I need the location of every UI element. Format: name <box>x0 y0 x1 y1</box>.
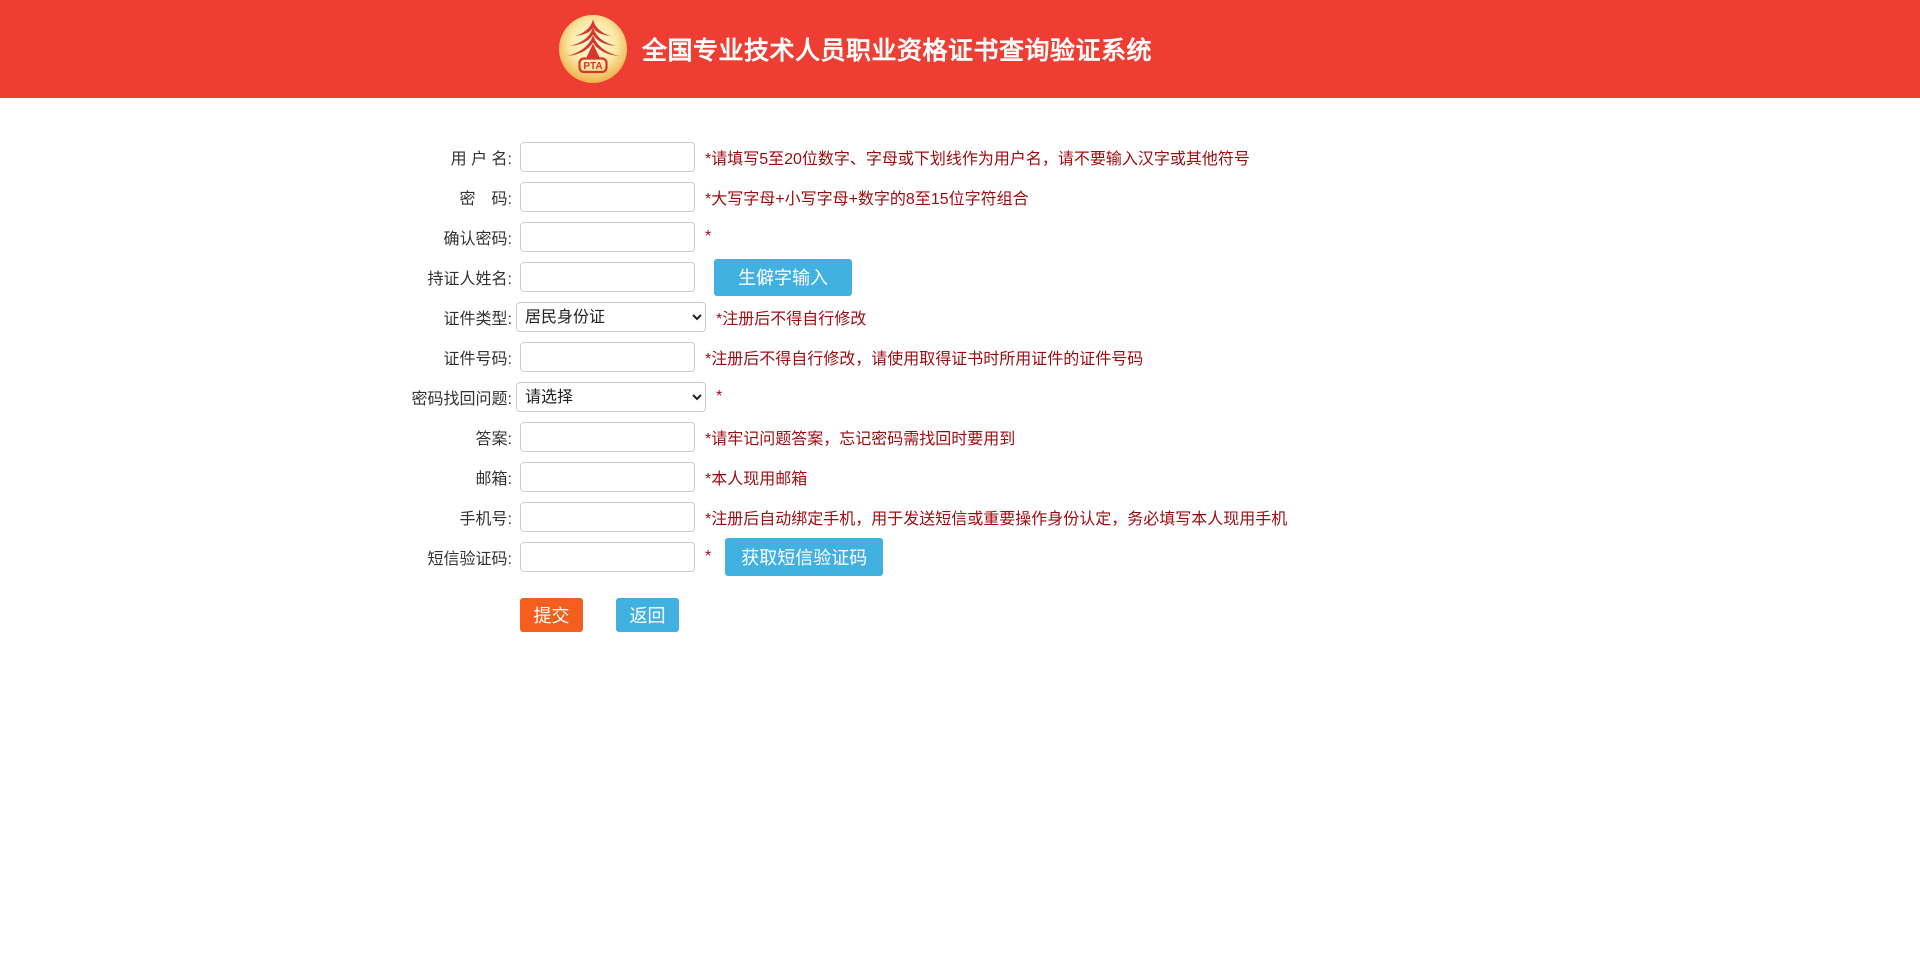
certificate-holder-name-input[interactable] <box>520 262 695 292</box>
password-hint: *大写字母+小写字母+数字的8至15位字符组合 <box>705 185 1029 209</box>
mobile-hint: *注册后自动绑定手机，用于发送短信或重要操作身份认定，务必填写本人现用手机 <box>705 505 1287 529</box>
id-type-select[interactable]: 居民身份证 <box>516 302 706 332</box>
sms-code-input[interactable] <box>520 542 695 572</box>
form-row-holder-name: 持证人姓名: 生僻字输入 <box>0 262 1920 292</box>
username-input[interactable] <box>520 142 695 172</box>
form-row-confirm-password: 确认密码: * <box>0 222 1920 252</box>
email-hint: *本人现用邮箱 <box>705 465 807 489</box>
recovery-question-hint: * <box>716 388 722 406</box>
form-actions: 提交 返回 <box>520 598 1920 632</box>
mobile-number-input[interactable] <box>520 502 695 532</box>
site-title: 全国专业技术人员职业资格证书查询验证系统 <box>642 31 1152 67</box>
mobile-label: 手机号: <box>0 505 512 529</box>
registration-form: 用 户 名: *请填写5至20位数字、字母或下划线作为用户名，请不要输入汉字或其… <box>0 142 1920 632</box>
recovery-question-label: 密码找回问题: <box>0 385 512 409</box>
form-row-email: 邮箱: *本人现用邮箱 <box>0 462 1920 492</box>
sms-code-hint: * <box>705 548 711 566</box>
pta-logo-icon: PTA <box>558 14 628 84</box>
holder-name-label: 持证人姓名: <box>0 265 512 289</box>
id-number-label: 证件号码: <box>0 345 512 369</box>
email-input[interactable] <box>520 462 695 492</box>
header-content: PTA 全国专业技术人员职业资格证书查询验证系统 <box>558 0 1152 98</box>
submit-button[interactable]: 提交 <box>520 598 583 632</box>
form-row-id-number: 证件号码: *注册后不得自行修改，请使用取得证书时所用证件的证件号码 <box>0 342 1920 372</box>
form-row-id-type: 证件类型: 居民身份证 *注册后不得自行修改 <box>0 302 1920 332</box>
email-label: 邮箱: <box>0 465 512 489</box>
form-row-mobile: 手机号: *注册后自动绑定手机，用于发送短信或重要操作身份认定，务必填写本人现用… <box>0 502 1920 532</box>
username-label: 用 户 名: <box>0 145 512 169</box>
form-row-password: 密 码: *大写字母+小写字母+数字的8至15位字符组合 <box>0 182 1920 212</box>
sms-code-label: 短信验证码: <box>0 545 512 569</box>
confirm-password-label: 确认密码: <box>0 225 512 249</box>
form-row-answer: 答案: *请牢记问题答案，忘记密码需找回时要用到 <box>0 422 1920 452</box>
back-button[interactable]: 返回 <box>616 598 679 632</box>
answer-label: 答案: <box>0 425 512 449</box>
page-header: PTA 全国专业技术人员职业资格证书查询验证系统 <box>0 0 1920 98</box>
confirm-password-input[interactable] <box>520 222 695 252</box>
form-row-username: 用 户 名: *请填写5至20位数字、字母或下划线作为用户名，请不要输入汉字或其… <box>0 142 1920 172</box>
id-number-input[interactable] <box>520 342 695 372</box>
pta-logo-text: PTA <box>583 61 602 72</box>
form-row-sms-code: 短信验证码: * 获取短信验证码 <box>0 542 1920 572</box>
password-label: 密 码: <box>0 185 512 209</box>
id-number-hint: *注册后不得自行修改，请使用取得证书时所用证件的证件号码 <box>705 345 1143 369</box>
confirm-password-hint: * <box>705 228 711 246</box>
answer-input[interactable] <box>520 422 695 452</box>
id-type-label: 证件类型: <box>0 305 512 329</box>
id-type-hint: *注册后不得自行修改 <box>716 305 866 329</box>
get-sms-code-button[interactable]: 获取短信验证码 <box>725 538 883 576</box>
password-input[interactable] <box>520 182 695 212</box>
answer-hint: *请牢记问题答案，忘记密码需找回时要用到 <box>705 425 1015 449</box>
password-recovery-question-select[interactable]: 请选择 <box>516 382 706 412</box>
rare-character-input-button[interactable]: 生僻字输入 <box>714 259 852 296</box>
username-hint: *请填写5至20位数字、字母或下划线作为用户名，请不要输入汉字或其他符号 <box>705 145 1250 169</box>
form-row-recovery-question: 密码找回问题: 请选择 * <box>0 382 1920 412</box>
